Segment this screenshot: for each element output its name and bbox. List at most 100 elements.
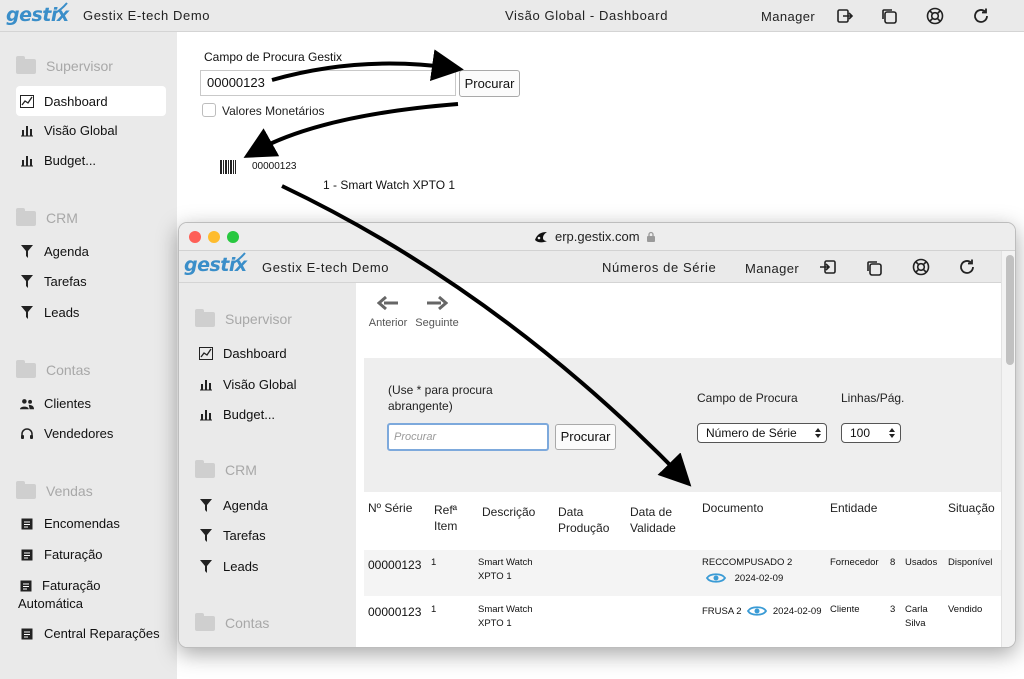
close-window-button[interactable] [189, 231, 201, 243]
address-bar[interactable]: erp.gestix.com [533, 229, 656, 244]
search-button[interactable]: Procurar [459, 70, 520, 97]
cell-entity-name[interactable]: Carla Silva [905, 603, 941, 631]
search-hint: (Use * para procura abrangente) [388, 383, 493, 413]
users-icon [20, 398, 34, 409]
sidebar-item-budget[interactable]: Budget... [20, 153, 96, 168]
logout-icon[interactable] [836, 7, 854, 25]
maximize-window-button[interactable] [227, 231, 239, 243]
cell-status: Vendido [948, 604, 983, 615]
refresh-icon[interactable] [972, 7, 990, 25]
help-lifebuoy-icon[interactable] [926, 7, 944, 25]
user-menu[interactable]: Manager [745, 261, 799, 276]
sidebar-item-visao-global[interactable]: Visão Global [20, 123, 117, 138]
lock-icon [646, 231, 655, 242]
table-row[interactable]: 00000123 1 Smart Watch XPTO 1 FRUSA 2 20… [364, 596, 1001, 647]
cell-ref: 1 [431, 557, 437, 568]
sidebar-item-encomendas[interactable]: Encomendas [20, 516, 120, 531]
cell-document[interactable]: RECCOMPUSADO 2 [702, 556, 792, 570]
valores-monetarios-checkbox[interactable] [202, 103, 216, 117]
sidebar-item-agenda[interactable]: Agenda [199, 498, 268, 513]
eye-icon[interactable] [706, 572, 726, 584]
rows-per-page-select[interactable]: 100 [841, 423, 901, 443]
col-production-date[interactable]: Data Produção [558, 504, 618, 536]
col-serial[interactable]: Nº Série [368, 500, 418, 516]
sidebar-header-contas[interactable]: Contas [16, 359, 90, 378]
bar-chart-icon [21, 126, 33, 137]
sidebar-item-vendedores[interactable]: Vendedores [20, 426, 113, 441]
sidebar-header-contas[interactable]: Contas [195, 612, 269, 631]
serial-search-button[interactable]: Procurar [555, 424, 616, 450]
cell-entity-type: Cliente [830, 604, 860, 615]
folder-icon [16, 480, 36, 499]
filter-funnel-icon [200, 499, 212, 512]
valores-monetarios-label: Valores Monetários [222, 104, 325, 118]
col-status[interactable]: Situação [948, 500, 995, 516]
bar-chart-icon [200, 380, 212, 391]
col-document[interactable]: Documento [702, 500, 763, 516]
bar-chart-icon [200, 410, 212, 421]
col-entity[interactable]: Entidade [830, 500, 877, 516]
bar-chart-icon [21, 156, 33, 167]
filter-funnel-icon [21, 245, 33, 258]
sidebar-item-central-reparacoes[interactable]: Central Reparações [20, 626, 160, 641]
sidebar-header-crm[interactable]: CRM [16, 207, 78, 226]
duplicate-window-icon[interactable] [865, 259, 883, 277]
duplicate-window-icon[interactable] [880, 7, 898, 25]
col-description[interactable]: Descrição [482, 504, 535, 520]
gestix-logo[interactable]: gestix [184, 252, 247, 276]
cell-status: Disponível [948, 557, 993, 568]
sidebar-item-leads[interactable]: Leads [199, 559, 258, 574]
eye-icon[interactable] [747, 605, 768, 617]
site-favicon-icon [535, 231, 547, 242]
serial-search-input[interactable]: Procurar [387, 423, 549, 451]
sidebar-item-dashboard[interactable]: Dashboard [16, 86, 166, 116]
cell-serial[interactable]: 00000123 [368, 558, 421, 572]
cell-entity-name[interactable]: Usados [905, 556, 937, 570]
minimize-window-button[interactable] [208, 231, 220, 243]
sidebar-item-clientes[interactable]: Clientes [20, 396, 91, 411]
sidebar-item-faturacao-automatica[interactable]: Faturação Automática [18, 577, 140, 613]
rows-per-page-label: Linhas/Pág. [841, 391, 905, 405]
sidebar-header-vendas[interactable]: Vendas [16, 480, 93, 499]
help-lifebuoy-icon[interactable] [912, 258, 930, 276]
window-sidebar: Supervisor Dashboard Visão Global Budget… [179, 283, 356, 647]
sidebar-item-agenda[interactable]: Agenda [20, 244, 89, 259]
scrollbar-thumb[interactable] [1006, 255, 1014, 365]
search-field-label: Campo de Procura [697, 391, 798, 405]
search-input[interactable]: 00000123 [200, 70, 456, 96]
sidebar-item-tarefas[interactable]: Tarefas [199, 528, 266, 543]
search-field-select[interactable]: Número de Série [697, 423, 827, 443]
user-menu[interactable]: Manager [761, 9, 815, 24]
sidebar-item-faturacao[interactable]: Faturação [20, 547, 103, 562]
sidebar-item-tarefas[interactable]: Tarefas [20, 274, 87, 289]
col-expiry-date[interactable]: Data de Validade [630, 504, 690, 536]
previous-button[interactable]: Anterior [368, 295, 408, 329]
search-label: Campo de Procura Gestix [204, 50, 343, 64]
select-arrows-icon [889, 428, 895, 438]
sidebar-header-supervisor[interactable]: Supervisor [16, 55, 113, 74]
gestix-logo[interactable]: gestix [6, 2, 69, 26]
cell-document[interactable]: FRUSA 2 2024-02-09 [702, 603, 827, 620]
vertical-scrollbar[interactable] [1001, 251, 1015, 647]
sidebar-item-budget[interactable]: Budget... [199, 407, 275, 422]
refresh-icon[interactable] [958, 258, 976, 276]
result-item-name[interactable]: 1 - Smart Watch XPTO 1 [323, 178, 455, 192]
dashboard-chart-icon [199, 347, 213, 360]
col-ref-item[interactable]: Refª Item [434, 502, 464, 534]
sidebar-item-leads[interactable]: Leads [20, 305, 79, 320]
app-topbar: gestix Gestix E-tech Demo Visão Global -… [0, 0, 1024, 32]
sidebar-item-dashboard[interactable]: Dashboard [199, 346, 287, 361]
folder-icon [195, 308, 215, 327]
barcode-icon[interactable] [220, 160, 236, 174]
select-arrows-icon [815, 428, 821, 438]
logout-icon[interactable] [819, 258, 837, 276]
company-name: Gestix E-tech Demo [262, 260, 390, 275]
result-serial-code[interactable]: 00000123 [252, 161, 297, 172]
sidebar-item-visao-global[interactable]: Visão Global [199, 377, 296, 392]
sidebar-header-crm[interactable]: CRM [195, 459, 257, 478]
sidebar-header-supervisor[interactable]: Supervisor [195, 308, 292, 327]
table-row[interactable]: 00000123 1 Smart Watch XPTO 1 RECCOMPUSA… [364, 550, 1001, 596]
cell-ref: 1 [431, 604, 437, 615]
next-button[interactable]: Seguinte [414, 295, 460, 329]
cell-serial[interactable]: 00000123 [368, 605, 421, 619]
